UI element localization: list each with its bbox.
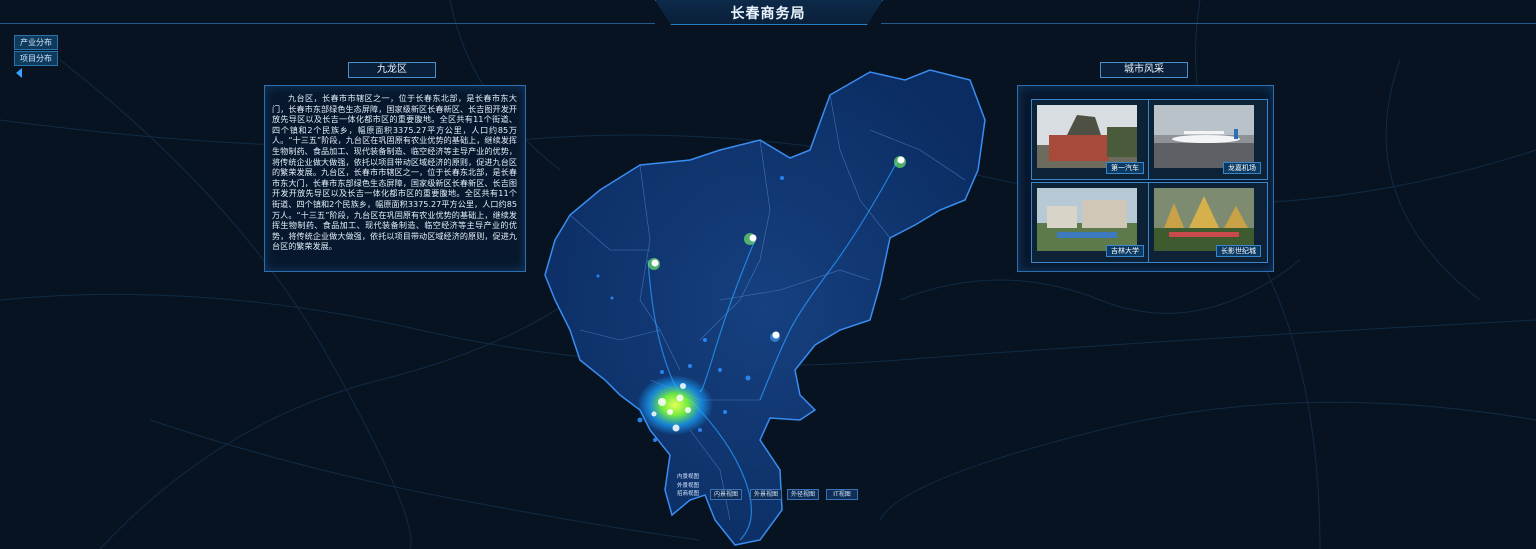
photo-caption: 长影世纪城 <box>1216 245 1261 257</box>
legend-item-exterior[interactable]: 外景视图 <box>677 482 699 491</box>
legend-item-investment[interactable]: 招商视图 <box>677 490 699 499</box>
university-photo <box>1037 188 1137 251</box>
photo-caption: 第一汽车 <box>1106 162 1144 174</box>
page-title: 长春商务局 <box>730 6 806 22</box>
legend-item-interior[interactable]: 内景视图 <box>677 473 699 482</box>
header-line-right <box>881 23 1536 24</box>
photo-caption: 龙嘉机场 <box>1223 162 1261 174</box>
header-line-left <box>0 23 655 24</box>
district-description: 九台区，长春市市辖区之一，位于长春东北部，是长春市东大门，长春市东部绿色生态屏障… <box>272 93 517 252</box>
view-legend: 内景视图 外景视图 招商视图 <box>677 473 699 499</box>
background-road-network <box>0 0 1536 549</box>
photo-caption: 吉林大学 <box>1106 245 1144 257</box>
view-button-outer[interactable]: 外径视图 <box>787 489 819 500</box>
photo-card-movie-city[interactable]: 长影世纪城 <box>1148 182 1268 263</box>
airport-photo <box>1154 105 1254 168</box>
view-button-it[interactable]: IT视图 <box>826 489 858 500</box>
photo-card-airport[interactable]: 龙嘉机场 <box>1148 99 1268 180</box>
monument-photo <box>1037 105 1137 168</box>
view-button-exterior[interactable]: 外景视图 <box>750 489 782 500</box>
city-panel-title: 城市风采 <box>1100 62 1188 78</box>
view-button-interior[interactable]: 内景视图 <box>710 489 742 500</box>
theme-park-photo <box>1154 188 1254 251</box>
menu-item-projects[interactable]: 项目分布 <box>14 51 58 66</box>
photo-card-faw[interactable]: 第一汽车 <box>1031 99 1151 180</box>
location-marker-icon[interactable] <box>894 156 906 168</box>
photo-card-university[interactable]: 吉林大学 <box>1031 182 1151 263</box>
location-marker-icon[interactable] <box>648 258 660 270</box>
collapse-arrow-icon[interactable] <box>16 68 22 78</box>
district-panel-title: 九龙区 <box>348 62 436 78</box>
menu-item-industry[interactable]: 产业分布 <box>14 35 58 50</box>
left-menu: 产业分布 项目分布 <box>14 35 58 78</box>
